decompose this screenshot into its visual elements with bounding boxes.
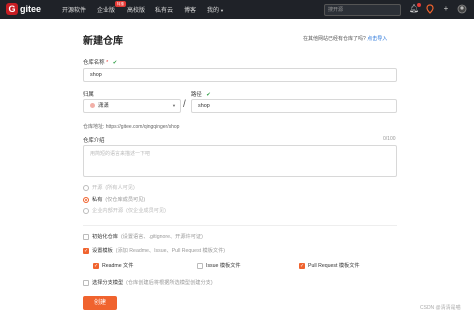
visibility-internal: 企业内部开源 (仅企业成员可见) xyxy=(83,207,166,214)
location-pin-icon[interactable] xyxy=(425,4,435,14)
visibility-private-label: 私有 xyxy=(92,197,103,203)
owner-label: 归属 xyxy=(83,92,94,98)
template-readme-option[interactable]: ✓ Readme 文件 xyxy=(93,262,133,269)
gitee-logo-text: gitee xyxy=(20,4,42,14)
import-prompt: 在其他网站已经有仓库了吗? 点击导入 xyxy=(303,35,387,42)
chevron-down-icon: ▼ xyxy=(172,103,176,108)
repo-url-value: https://gitee.com/qingqinger/shop xyxy=(105,124,180,130)
top-navbar: G gitee 开源软件 企业版 特惠 高校版 私有云 博客 我的▼ 搜开源 🔔… xyxy=(0,0,474,19)
branch-model-checkbox[interactable] xyxy=(83,279,89,286)
chevron-down-icon: ▼ xyxy=(220,8,224,13)
nav-enterprise[interactable]: 企业版 xyxy=(97,5,115,14)
radio-open-source xyxy=(83,184,89,191)
description-counter: 0/100 xyxy=(383,136,396,142)
promo-badge: 特惠 xyxy=(115,1,126,7)
description-textarea[interactable]: 用简短的语言来描述一下吧 xyxy=(83,145,397,177)
pr-template-label: Pull Request 模板文件 xyxy=(308,263,360,269)
repo-url-label: 仓库地址: xyxy=(83,124,105,130)
init-repo-label: 初始化仓库 xyxy=(92,234,118,240)
nav-enterprise-label: 企业版 xyxy=(97,8,116,14)
path-input[interactable]: shop xyxy=(191,99,397,113)
description-label: 仓库介绍 xyxy=(83,138,105,144)
nav-mine-label: 我的 xyxy=(207,8,220,14)
nav-open-source[interactable]: 开源软件 xyxy=(62,5,86,14)
path-label-text: 路径 xyxy=(191,92,202,98)
set-template-label: 设置模板 xyxy=(92,248,113,254)
path-label: 路径 ✔ xyxy=(191,90,211,98)
visibility-private[interactable]: 私有 (仅仓库成员可见) xyxy=(83,196,145,203)
create-button[interactable]: 创建 xyxy=(83,296,117,310)
visibility-open-source: 开源 (所有人可见) xyxy=(83,184,135,191)
readme-checkbox[interactable]: ✓ xyxy=(93,262,99,269)
issue-template-checkbox[interactable] xyxy=(197,262,203,269)
init-repo-option[interactable]: 初始化仓库 (设置语言、.gitignore、开源许可证) xyxy=(83,233,203,240)
pr-template-checkbox[interactable]: ✓ xyxy=(299,262,305,269)
visibility-internal-note: (仅企业成员可见) xyxy=(126,208,166,214)
issue-template-label: Issue 模板文件 xyxy=(206,263,241,269)
gitee-logo-mark: G xyxy=(6,3,18,15)
plus-icon[interactable]: + xyxy=(441,4,451,14)
repo-url: 仓库地址: https://gitee.com/qingqinger/shop xyxy=(83,123,179,130)
visibility-private-note: (仅仓库成员可见) xyxy=(105,197,146,203)
visibility-open-source-label: 开源 xyxy=(92,185,103,191)
repo-name-input[interactable]: shop xyxy=(83,68,397,82)
watermark: CSDN @清清是喵 xyxy=(420,305,461,311)
branch-model-label: 选择分支模型 xyxy=(92,280,124,286)
nav-mine[interactable]: 我的▼ xyxy=(207,5,224,14)
nav-private-cloud[interactable]: 私有云 xyxy=(155,5,173,14)
nav-university[interactable]: 高校版 xyxy=(127,5,145,14)
init-repo-note: (设置语言、.gitignore、开源许可证) xyxy=(120,234,203,240)
gitee-logo[interactable]: G gitee xyxy=(6,3,41,15)
search-input[interactable]: 搜开源 xyxy=(324,4,401,16)
branch-model-note: (仓库创建后将根据所选模型创建分支) xyxy=(126,280,213,286)
template-pr-option[interactable]: ✓ Pull Request 模板文件 xyxy=(299,262,360,269)
repo-name-label-text: 仓库名称 xyxy=(83,60,105,66)
set-template-option[interactable]: ✓ 设置模板 (添加 Readme、Issue、Pull Request 模板文… xyxy=(83,247,225,254)
template-issue-option[interactable]: Issue 模板文件 xyxy=(197,262,241,269)
notification-dot xyxy=(417,3,421,7)
avatar[interactable] xyxy=(457,4,467,14)
owner-value: 潇潇 xyxy=(98,103,109,109)
radio-internal xyxy=(83,207,89,214)
check-icon: ✔ xyxy=(206,92,211,98)
path-separator: / xyxy=(183,99,186,110)
visibility-internal-label: 企业内部开源 xyxy=(92,208,124,214)
repo-name-label: 仓库名称 * ✔ xyxy=(83,58,117,66)
section-divider xyxy=(83,225,397,226)
nav-blog[interactable]: 博客 xyxy=(184,5,196,14)
import-link[interactable]: 点击导入 xyxy=(367,36,387,42)
branch-model-option[interactable]: 选择分支模型 (仓库创建后将根据所选模型创建分支) xyxy=(83,279,213,286)
visibility-open-source-note: (所有人可见) xyxy=(105,185,135,191)
set-template-note: (添加 Readme、Issue、Pull Request 模板文件) xyxy=(115,248,226,254)
init-repo-checkbox[interactable] xyxy=(83,233,89,240)
owner-select[interactable]: 潇潇 ▼ xyxy=(83,99,181,113)
set-template-checkbox[interactable]: ✓ xyxy=(83,247,89,254)
import-question: 在其他网站已经有仓库了吗? xyxy=(303,36,366,42)
radio-private[interactable] xyxy=(83,196,89,203)
check-icon: ✔ xyxy=(112,60,118,66)
readme-label: Readme 文件 xyxy=(102,263,134,269)
required-mark: * xyxy=(106,60,109,66)
page-title: 新建仓库 xyxy=(83,36,123,47)
owner-avatar xyxy=(90,103,95,109)
